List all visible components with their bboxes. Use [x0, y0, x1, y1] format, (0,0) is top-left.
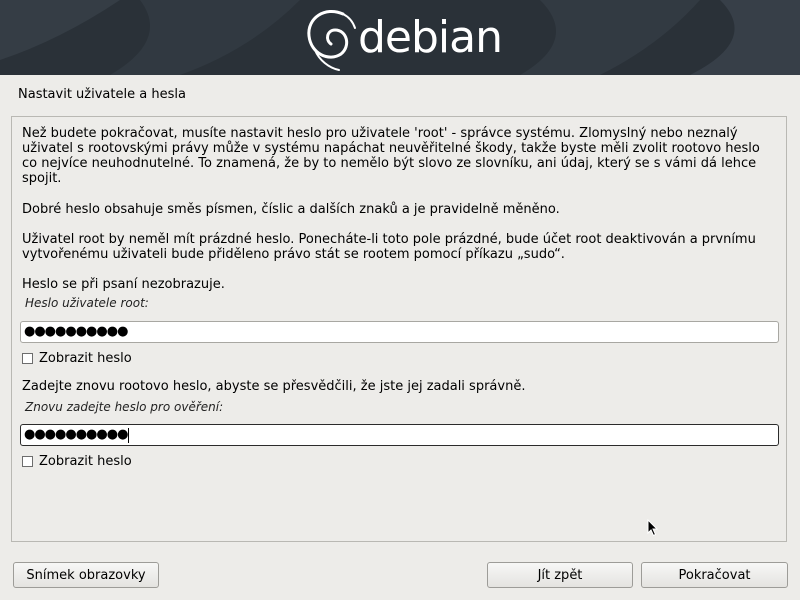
screenshot-button[interactable]: Snímek obrazovky [13, 562, 159, 588]
show-password-toggle-2[interactable]: Zobrazit heslo [22, 454, 132, 469]
intro-text: Než budete pokračovat, musíte nastavit h… [22, 126, 760, 186]
show-password-label-1: Zobrazit heslo [39, 351, 132, 366]
verify-password-label: Znovu zadejte heslo pro ověření: [25, 400, 224, 414]
show-password-checkbox-2[interactable] [22, 456, 33, 467]
debian-logo: debian [303, 4, 503, 72]
debian-wordmark: debian [358, 12, 503, 63]
verify-password-input[interactable]: ●●●●●●●●●● [20, 424, 779, 446]
reenter-prompt-text: Zadejte znovu rootovo heslo, abyste se p… [22, 379, 526, 394]
show-password-label-2: Zobrazit heslo [39, 454, 132, 469]
content-panel: Než budete pokračovat, musíte nastavit h… [11, 116, 787, 542]
show-password-toggle-1[interactable]: Zobrazit heslo [22, 351, 132, 366]
root-password-label: Heslo uživatele root: [25, 296, 149, 310]
root-password-value: ●●●●●●●●●● [24, 324, 128, 339]
continue-button[interactable]: Pokračovat [641, 562, 788, 588]
not-shown-text: Heslo se při psaní nezobrazuje. [22, 277, 225, 292]
verify-password-value: ●●●●●●●●●● [24, 427, 128, 442]
good-password-text: Dobré heslo obsahuje směs písmen, číslic… [22, 202, 560, 217]
root-password-input[interactable]: ●●●●●●●●●● [20, 321, 779, 343]
empty-root-text: Uživatel root by neměl mít prázdné heslo… [22, 232, 756, 262]
mouse-pointer-icon [647, 519, 659, 537]
text-caret [128, 427, 130, 443]
page-title: Nastavit uživatele a hesla [18, 87, 186, 102]
back-button[interactable]: Jít zpět [487, 562, 633, 588]
header-banner: debian [0, 0, 800, 75]
show-password-checkbox-1[interactable] [22, 353, 33, 364]
debian-swirl-icon [307, 10, 356, 71]
